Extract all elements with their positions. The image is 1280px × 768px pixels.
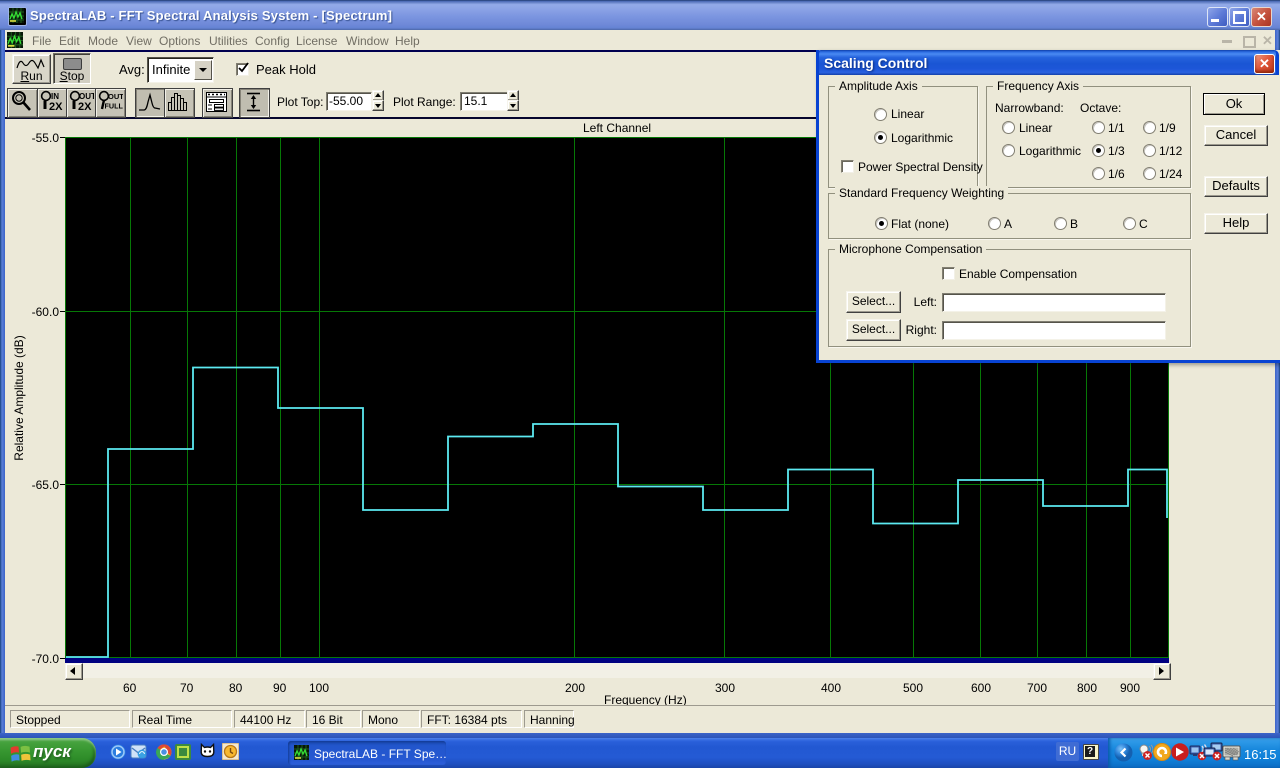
svg-text:IN: IN [51,92,59,101]
svg-text:OUT: OUT [79,92,94,101]
svg-text:OUT: OUT [108,92,123,101]
svg-text:2X: 2X [78,101,92,113]
svg-text:FULL: FULL [105,102,124,111]
svg-text:2X: 2X [49,101,63,113]
